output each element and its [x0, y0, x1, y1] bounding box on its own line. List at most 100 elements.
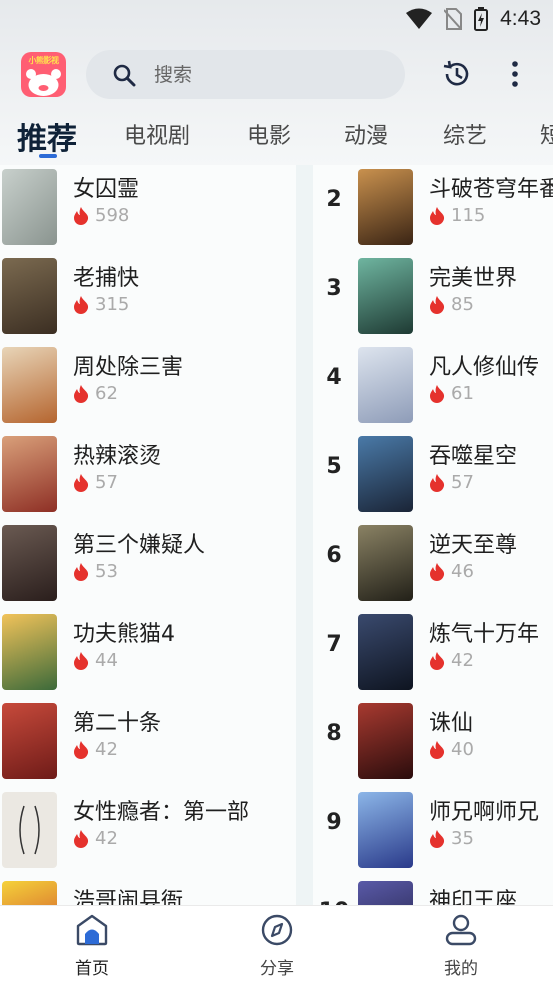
- poster-image: [2, 614, 57, 690]
- item-title: 诛仙: [429, 711, 474, 736]
- item-title: 周处除三害: [73, 355, 184, 380]
- search-icon: [113, 64, 136, 87]
- hot-badge: 57: [429, 472, 474, 493]
- rank-number: 4: [326, 365, 342, 390]
- status-time: 4:43: [500, 7, 541, 30]
- hot-count: 598: [95, 205, 130, 226]
- flame-icon: [74, 384, 89, 403]
- poster-image: [2, 169, 57, 245]
- poster-image: [358, 258, 413, 334]
- item-title: 第三个嫌疑人: [73, 533, 206, 558]
- poster-image: [2, 436, 57, 512]
- nav-label: 首页: [75, 959, 109, 979]
- category-tabs: 推荐 电视剧 电影 动漫 综艺 短: [0, 110, 553, 162]
- item-title: 女囚霊: [73, 177, 140, 202]
- list-item[interactable]: 女囚霊 598: [0, 165, 296, 254]
- hot-badge: 44: [73, 650, 118, 671]
- hot-count: 42: [451, 650, 474, 671]
- list-item[interactable]: 5 吞噬星空 57: [313, 432, 553, 521]
- flame-icon: [430, 384, 445, 403]
- app-logo[interactable]: 小熊影视: [21, 52, 66, 97]
- search-input[interactable]: [154, 50, 374, 99]
- flame-icon: [74, 206, 89, 225]
- hot-badge: 42: [429, 650, 474, 671]
- list-item[interactable]: 周处除三害 62: [0, 343, 296, 432]
- item-title: 浩哥闹县衙: [73, 889, 184, 905]
- item-title: 神印王座: [429, 889, 518, 905]
- list-item[interactable]: 第三个嫌疑人 53: [0, 521, 296, 610]
- hot-count: 42: [95, 828, 118, 849]
- tab-indicator: [39, 154, 57, 158]
- poster-image: [358, 792, 413, 868]
- bottom-navigation: 首页 分享 我的: [0, 905, 553, 983]
- item-title: 凡人修仙传: [429, 355, 540, 380]
- hot-count: 115: [451, 205, 486, 226]
- history-icon[interactable]: [441, 59, 471, 89]
- nav-profile[interactable]: 我的: [421, 914, 501, 979]
- hot-count: 57: [95, 472, 118, 493]
- poster-image: [2, 347, 57, 423]
- poster-image: [2, 258, 57, 334]
- search-bar[interactable]: [86, 50, 405, 99]
- no-sim-icon: [444, 8, 463, 30]
- flame-icon: [74, 651, 89, 670]
- hot-badge: 42: [73, 739, 118, 760]
- tab-variety[interactable]: 综艺: [443, 118, 487, 150]
- hot-badge: 40: [429, 739, 474, 760]
- hot-count: 35: [451, 828, 474, 849]
- nav-label: 分享: [260, 959, 294, 979]
- list-item[interactable]: 热辣滚烫 57: [0, 432, 296, 521]
- hot-count: 53: [95, 561, 118, 582]
- hot-count: 57: [451, 472, 474, 493]
- tab-tv-series[interactable]: 电视剧: [124, 118, 190, 150]
- list-item[interactable]: 10 神印王座: [313, 877, 553, 905]
- hot-badge: 53: [73, 561, 118, 582]
- item-title: 老捕快: [73, 266, 140, 291]
- item-title: 完美世界: [429, 266, 518, 291]
- poster-image: [358, 347, 413, 423]
- tab-anime[interactable]: 动漫: [344, 118, 388, 150]
- list-item[interactable]: 功夫熊猫4 44: [0, 610, 296, 699]
- flame-icon: [74, 740, 89, 759]
- left-ranking-list: 女囚霊 598 老捕快 315 周处除三害 62 热辣滚烫 57 第三个嫌疑人 …: [0, 165, 296, 905]
- tab-movies[interactable]: 电影: [247, 118, 291, 150]
- list-item[interactable]: 7 炼气十万年 42: [313, 610, 553, 699]
- list-item[interactable]: 第二十条 42: [0, 699, 296, 788]
- hot-badge: 57: [73, 472, 118, 493]
- item-title: 第二十条: [73, 711, 162, 736]
- list-item[interactable]: 8 诛仙 40: [313, 699, 553, 788]
- hot-count: 315: [95, 294, 130, 315]
- rank-number: 7: [326, 632, 342, 657]
- rank-number: 5: [326, 454, 342, 479]
- list-item[interactable]: 4 凡人修仙传 61: [313, 343, 553, 432]
- flame-icon: [430, 206, 445, 225]
- nav-share[interactable]: 分享: [237, 914, 317, 979]
- flame-icon: [74, 829, 89, 848]
- hot-badge: 115: [429, 205, 485, 226]
- item-title: 师兄啊师兄: [429, 800, 540, 825]
- tab-recommend[interactable]: 推荐: [17, 114, 77, 158]
- profile-icon: [445, 914, 477, 946]
- list-item[interactable]: 9 师兄啊师兄 35: [313, 788, 553, 877]
- hot-badge: 61: [429, 383, 474, 404]
- rank-number: 8: [326, 721, 342, 746]
- poster-image: [358, 169, 413, 245]
- list-item[interactable]: 女性瘾者：第一部 42: [0, 788, 296, 877]
- more-options-icon[interactable]: [505, 59, 525, 89]
- list-item[interactable]: 老捕快 315: [0, 254, 296, 343]
- item-title: 逆天至尊: [429, 533, 518, 558]
- hot-count: 44: [95, 650, 118, 671]
- list-item[interactable]: 2 斗破苍穹年番 115: [313, 165, 553, 254]
- poster-image: [358, 614, 413, 690]
- list-item[interactable]: 3 完美世界 85: [313, 254, 553, 343]
- hot-badge: 315: [73, 294, 129, 315]
- home-icon: [76, 914, 108, 946]
- nav-home[interactable]: 首页: [52, 914, 132, 979]
- list-item[interactable]: 6 逆天至尊 46: [313, 521, 553, 610]
- compass-icon: [261, 914, 293, 946]
- rank-number: 3: [326, 276, 342, 301]
- item-title: 吞噬星空: [429, 444, 518, 469]
- status-bar: 4:43: [0, 0, 553, 38]
- list-item[interactable]: 浩哥闹县衙: [0, 877, 296, 905]
- tab-shorts[interactable]: 短: [540, 118, 553, 150]
